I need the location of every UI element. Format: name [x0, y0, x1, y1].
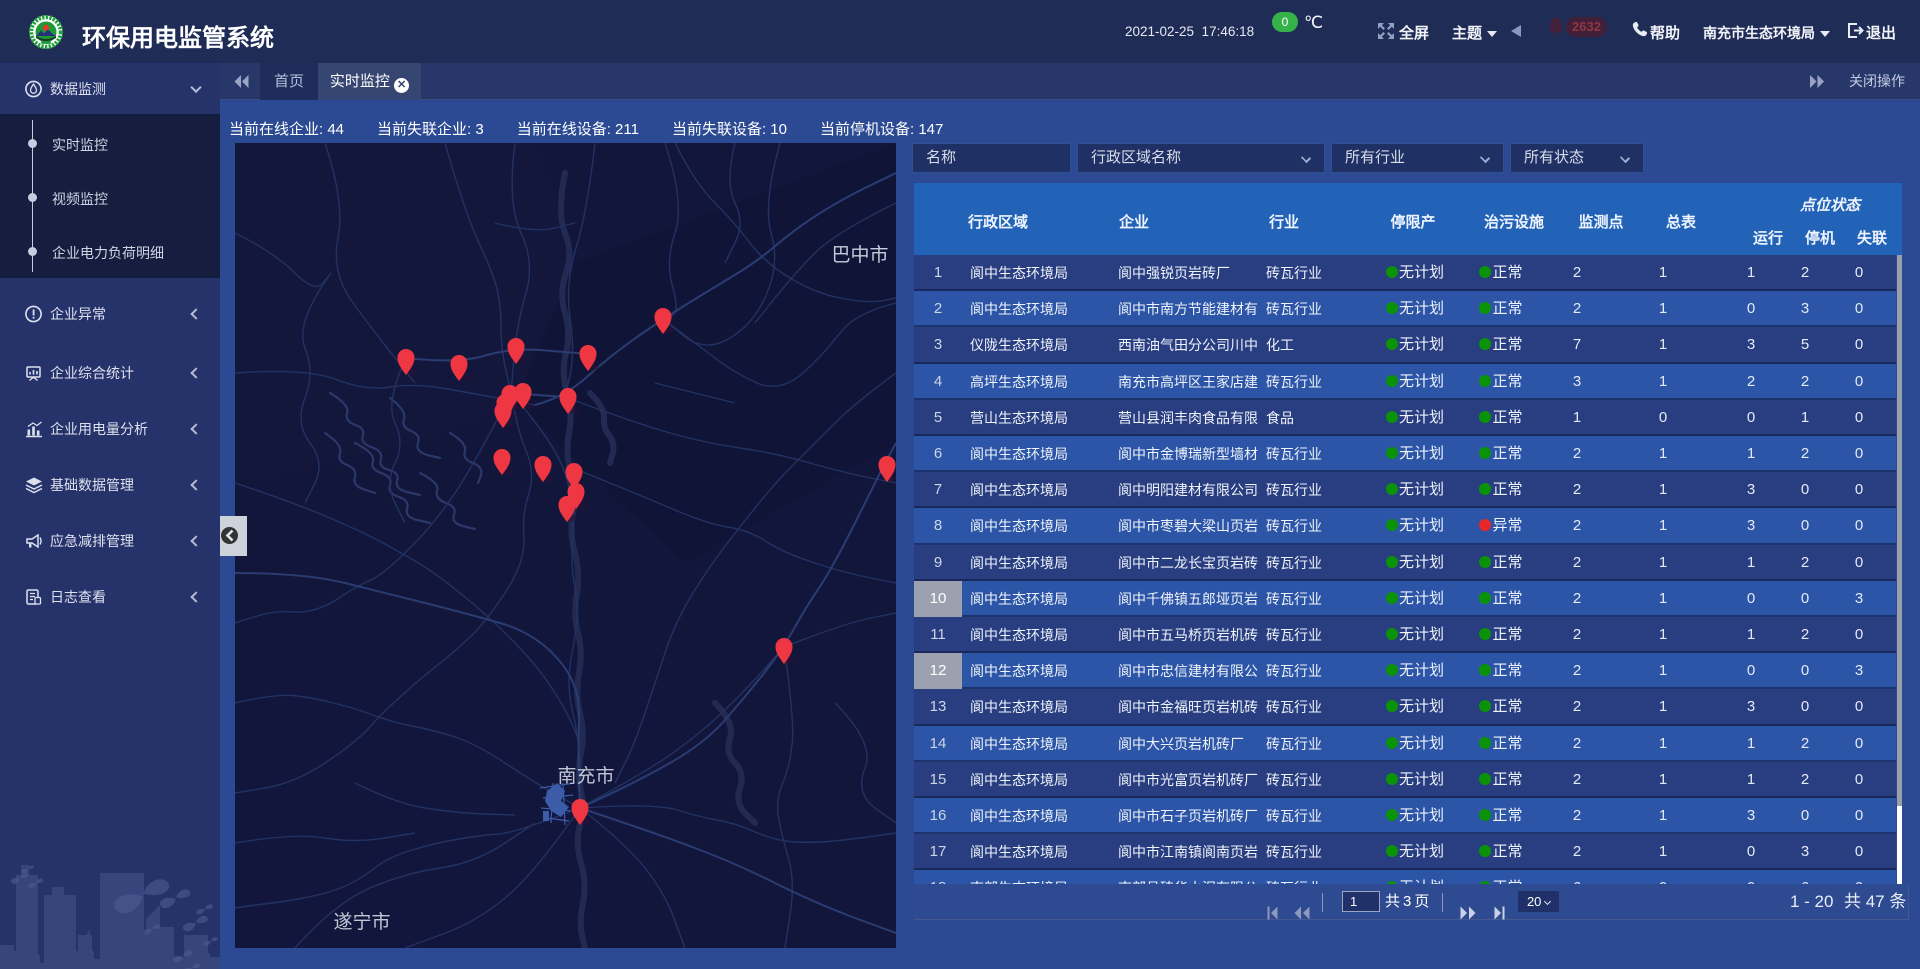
svg-text:遂宁市: 遂宁市 — [333, 911, 390, 933]
svg-text:巴中市: 巴中市 — [831, 244, 888, 266]
svg-text:南充市: 南充市 — [557, 765, 614, 787]
